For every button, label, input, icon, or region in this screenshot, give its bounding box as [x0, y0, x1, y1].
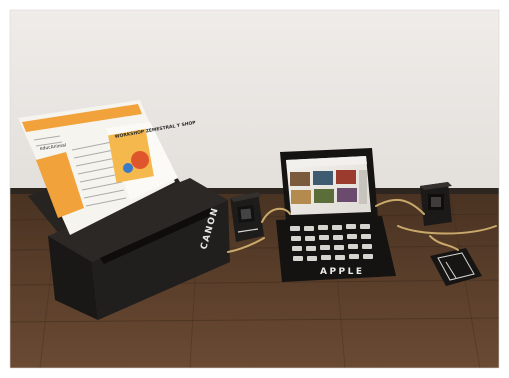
cardboard-cube-left: [230, 192, 264, 242]
cardboard-cube-right: [420, 182, 452, 226]
laptop-label: APPLE: [320, 267, 365, 277]
photo-scene: CANON WORKSHOP ZEMESTRAL Y SHOP educAnim…: [0, 0, 509, 378]
